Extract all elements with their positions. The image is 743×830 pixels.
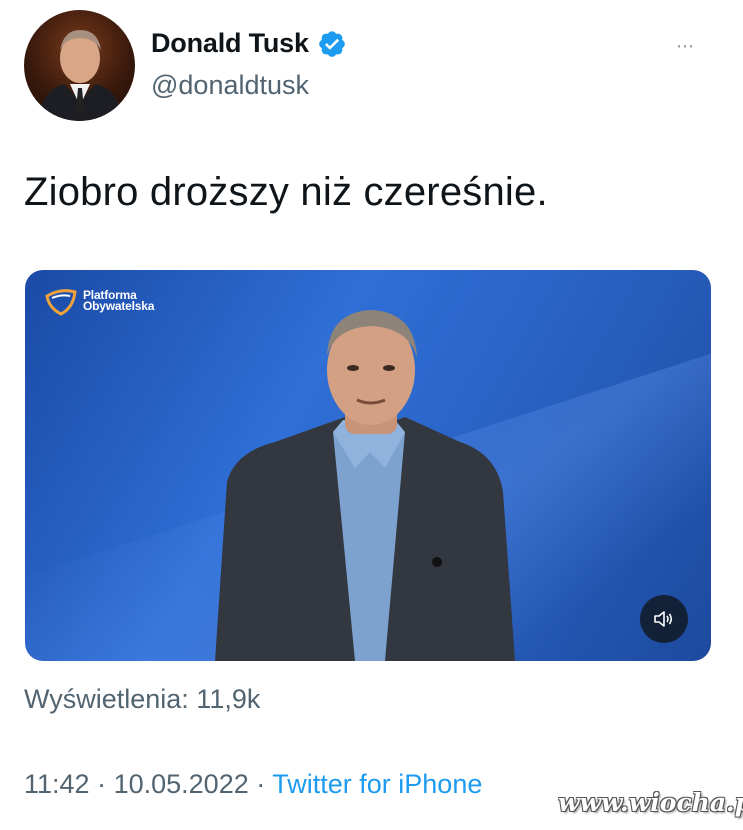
tweet-text: Ziobro droższy niż czereśnie. (24, 170, 548, 214)
speaker-figure (215, 310, 515, 661)
speaker-icon (654, 611, 673, 627)
avatar-portrait (38, 30, 122, 121)
tweet-metadata: 11:42 · 10.05.2022 · Twitter for iPhone (24, 769, 482, 800)
author-avatar[interactable] (24, 10, 135, 121)
meta-separator: · (97, 769, 107, 799)
tweet-date[interactable]: 10.05.2022 (114, 769, 249, 799)
view-count: Wyświetlenia: 11,9k (24, 684, 261, 714)
watermark-text: www.wiocha.pl (558, 788, 743, 817)
tweet-source-link[interactable]: Twitter for iPhone (272, 769, 482, 799)
mute-toggle-button[interactable] (640, 595, 688, 643)
meta-separator: · (256, 769, 266, 799)
po-emblem-icon (45, 289, 77, 316)
verified-badge-icon (319, 30, 345, 57)
tweet-video[interactable]: Platforma Obywatelska (25, 270, 711, 661)
po-logo-text: Platforma Obywatelska (83, 288, 155, 313)
author-display-name[interactable]: Donald Tusk (151, 28, 309, 59)
more-options-icon[interactable]: ⋯ (676, 36, 696, 57)
author-handle[interactable]: @donaldtusk (151, 70, 309, 101)
tweet-time[interactable]: 11:42 (24, 769, 90, 799)
author-name-row: Donald Tusk (151, 28, 347, 59)
platforma-obywatelska-logo: Platforma Obywatelska (43, 286, 175, 316)
